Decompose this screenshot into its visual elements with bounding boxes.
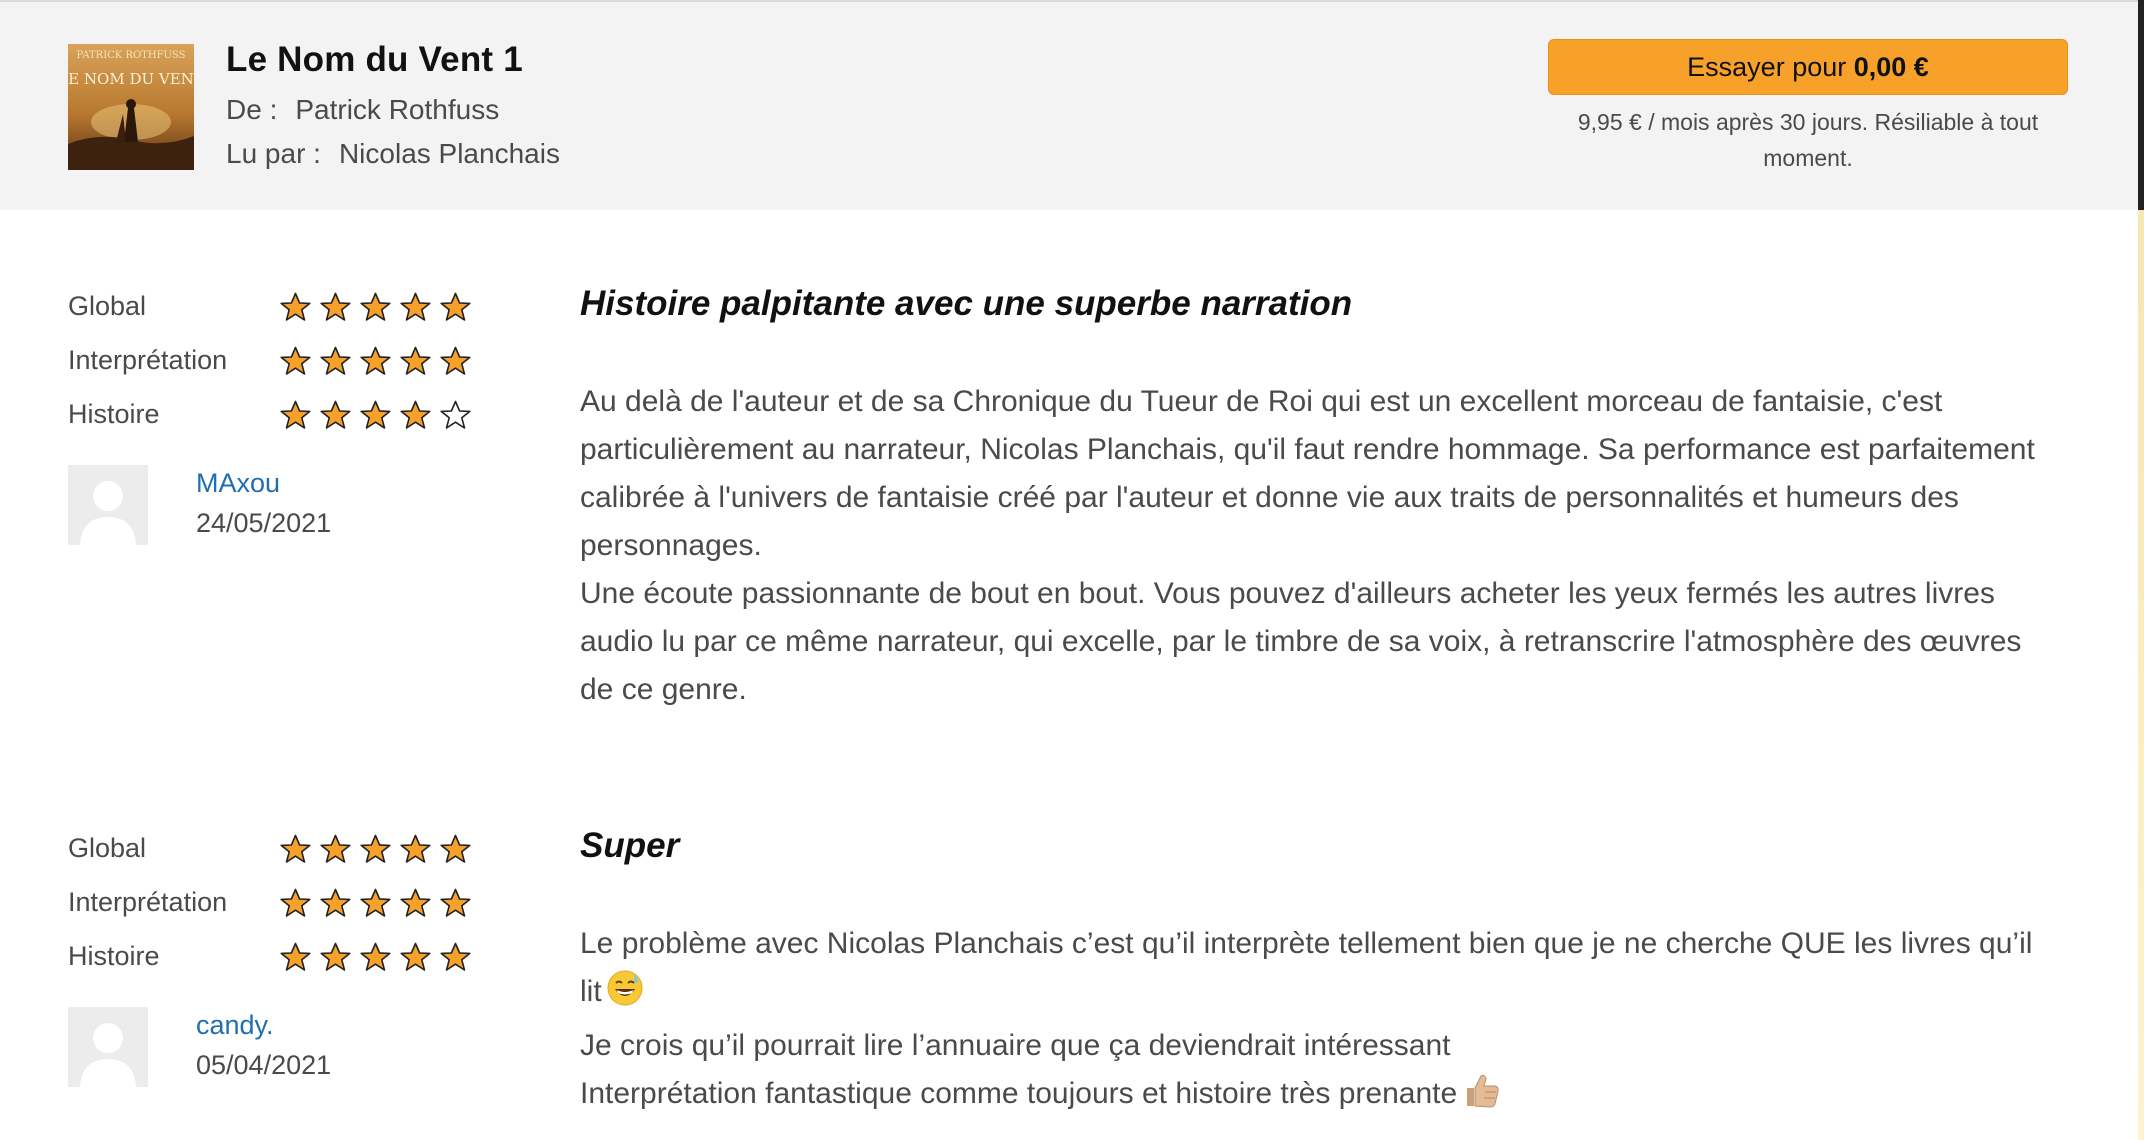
review-paragraph-text: Interprétation fantastique comme toujour… [580, 1077, 1458, 1110]
review-body: Au delà de l'auteur et de sa Chronique d… [580, 378, 2060, 714]
reviewer-name[interactable]: MAxou [196, 468, 280, 499]
product-header: PATRICK ROTHFUSS LE NOM DU VENT Le Nom d… [0, 0, 2138, 210]
author-label: De : [226, 94, 278, 125]
rating-row-performance: Interprétation [68, 340, 488, 380]
star-filled-icon [280, 400, 311, 429]
star-filled-icon [360, 346, 391, 375]
rating-row-story: Histoire [68, 394, 488, 434]
star-empty-icon [440, 400, 471, 429]
star-rating [280, 346, 471, 376]
star-filled-icon [400, 400, 431, 429]
rating-label: Global [68, 291, 147, 321]
star-filled-icon [320, 400, 351, 429]
star-rating [280, 888, 471, 918]
star-filled-icon [360, 400, 391, 429]
star-rating [280, 400, 471, 430]
narrator-line: Lu par : Nicolas Planchais [226, 138, 560, 170]
star-filled-icon [360, 942, 391, 971]
window-edge [2138, 0, 2144, 1140]
free-trial-price: 0,00 € [1853, 52, 1929, 82]
star-filled-icon [400, 888, 431, 917]
rating-label: Global [68, 833, 147, 863]
reviewer-name[interactable]: candy. [196, 1010, 274, 1041]
review-paragraph: Une écoute passionnante de bout en bout.… [580, 577, 2022, 706]
star-filled-icon [440, 942, 471, 971]
review-date: 24/05/2021 [196, 508, 332, 538]
star-filled-icon [400, 292, 431, 321]
star-filled-icon [400, 834, 431, 863]
review-body: Le problème avec Nicolas Planchais c’est… [580, 920, 2060, 1124]
rating-row-performance: Interprétation [68, 882, 488, 922]
author-line: De : Patrick Rothfuss [226, 94, 499, 126]
star-filled-icon [360, 888, 391, 917]
star-filled-icon [320, 292, 351, 321]
star-filled-icon [280, 292, 311, 321]
cover-author-text: PATRICK ROTHFUSS [77, 50, 186, 61]
rating-label: Interprétation [68, 887, 228, 917]
star-filled-icon [320, 942, 351, 971]
cover-title-text: LE NOM DU VENT [68, 70, 194, 88]
narrator-label: Lu par : [226, 138, 321, 169]
star-filled-icon [360, 292, 391, 321]
star-rating [280, 292, 471, 322]
user-avatar-placeholder-icon [68, 465, 148, 545]
book-title[interactable]: Le Nom du Vent 1 [226, 40, 523, 80]
free-trial-button[interactable]: Essayer pour 0,00 € [1548, 39, 2068, 95]
rating-label: Interprétation [68, 345, 228, 375]
star-filled-icon [320, 346, 351, 375]
star-filled-icon [400, 346, 431, 375]
rating-label: Histoire [68, 941, 160, 971]
star-filled-icon [320, 888, 351, 917]
star-filled-icon [280, 942, 311, 971]
star-filled-icon [440, 292, 471, 321]
star-filled-icon [440, 346, 471, 375]
star-filled-icon [400, 942, 431, 971]
review-paragraph-text: Le problème avec Nicolas Planchais c’est… [580, 927, 2033, 1008]
free-trial-label: Essayer pour [1687, 52, 1847, 82]
user-avatar-placeholder-icon [68, 1007, 148, 1087]
star-rating [280, 942, 471, 972]
review-date: 05/04/2021 [196, 1050, 332, 1080]
star-filled-icon [320, 834, 351, 863]
rating-label: Histoire [68, 399, 160, 429]
review-paragraph: Le problème avec Nicolas Planchais c’est… [580, 920, 2060, 1022]
star-filled-icon [360, 834, 391, 863]
thumbs-up-emoji-icon [1461, 1071, 1501, 1124]
review-title: Super [580, 826, 680, 865]
review-paragraph: Interprétation fantastique comme toujour… [580, 1070, 2060, 1124]
review-paragraph: Au delà de l'auteur et de sa Chronique d… [580, 385, 2035, 562]
star-filled-icon [440, 834, 471, 863]
review-paragraph: Je crois qu’il pourrait lire l’annuaire … [580, 1029, 1451, 1062]
star-filled-icon [440, 888, 471, 917]
rating-row-global: Global [68, 828, 488, 868]
star-filled-icon [280, 346, 311, 375]
author-name[interactable]: Patrick Rothfuss [295, 94, 499, 125]
star-filled-icon [280, 888, 311, 917]
grinning-sweat-emoji-icon [606, 969, 644, 1022]
star-filled-icon [280, 834, 311, 863]
rating-row-global: Global [68, 286, 488, 326]
book-cover-image[interactable]: PATRICK ROTHFUSS LE NOM DU VENT [68, 44, 194, 170]
narrator-name[interactable]: Nicolas Planchais [339, 138, 560, 169]
subscription-note: 9,95 € / mois après 30 jours. Résiliable… [1577, 109, 2039, 171]
star-rating [280, 834, 471, 864]
rating-row-story: Histoire [68, 936, 488, 976]
review-title: Histoire palpitante avec une superbe nar… [580, 284, 1353, 323]
